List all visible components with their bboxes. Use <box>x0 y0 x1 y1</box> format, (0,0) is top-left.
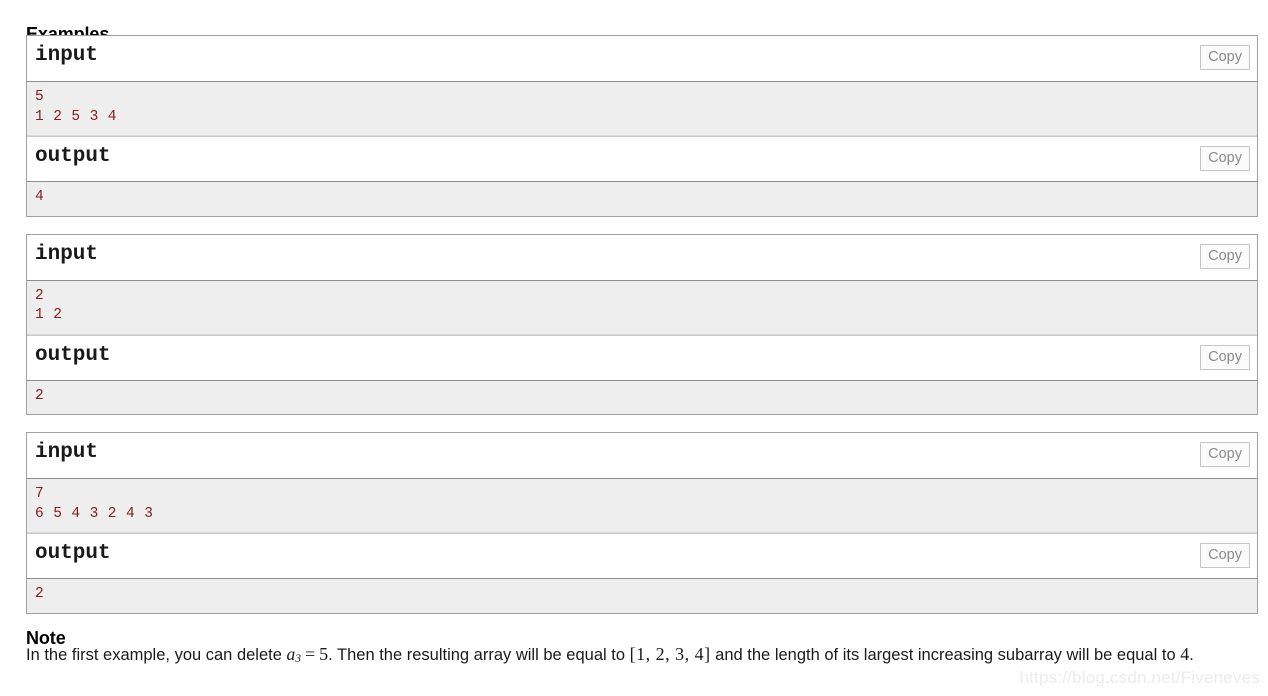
input-label-2: input <box>35 242 99 266</box>
math-variable-a: a3 <box>286 644 301 665</box>
output-data-2: 2 <box>27 379 1257 414</box>
output-line: 4 <box>35 189 45 205</box>
note-text-part1: In the first example, you can delete <box>26 646 287 664</box>
math-value-4: 4 <box>1180 644 1190 664</box>
copy-output-button-3[interactable]: Copy <box>1200 543 1250 568</box>
input-line: 1 2 <box>35 307 63 323</box>
input-label-3: input <box>35 441 99 464</box>
output-label-1: output <box>35 145 111 168</box>
math-variable-base: a <box>286 644 296 664</box>
sample-test-1: input Copy 5 1 2 5 3 4 output Copy 4 <box>26 35 1258 217</box>
note-text-part4: . <box>1189 646 1194 664</box>
copy-input-button-1[interactable]: Copy <box>1200 45 1250 70</box>
output-data-1: 4 <box>27 181 1257 216</box>
output-label-2: output <box>35 343 111 367</box>
note-text-part2: . Then the resulting array will be equal… <box>328 646 630 664</box>
input-data-3: 7 6 5 4 3 2 4 3 <box>27 478 1257 533</box>
copy-output-button-2[interactable]: Copy <box>1200 344 1250 370</box>
output-header-2: output Copy <box>27 334 1257 380</box>
input-header-3: input Copy <box>27 433 1257 478</box>
output-line: 2 <box>35 586 45 602</box>
input-line: 6 5 4 3 2 4 3 <box>35 505 154 522</box>
input-header-2: input Copy <box>27 234 1257 280</box>
input-data-1: 5 1 2 5 3 4 <box>27 81 1257 136</box>
copy-input-button-2[interactable]: Copy <box>1200 243 1250 269</box>
output-header-1: output Copy <box>27 136 1257 181</box>
input-line: 2 <box>35 287 45 304</box>
problem-statement-page: Examples input Copy 51 2 5 3 4 output Co… <box>0 0 1268 696</box>
copy-output-button-1[interactable]: Copy <box>1200 146 1250 171</box>
copy-input-button-3[interactable]: Copy <box>1200 442 1250 467</box>
input-data-2: 21 2 <box>27 279 1257 335</box>
math-value-5: 5 <box>319 644 329 664</box>
input-line: 1 2 5 3 4 <box>35 108 117 125</box>
sample-test-2: input Copy 21 2 output Copy 2 <box>26 233 1258 415</box>
watermark-url: https://blog.csdn.net/Fiveneves <box>1019 668 1260 687</box>
input-line: 7 <box>35 486 45 502</box>
input-label-1: input <box>35 44 99 67</box>
math-equals-sign: = <box>304 644 316 664</box>
output-label-3: output <box>35 542 111 565</box>
sample-tests-container: input Copy 5 1 2 5 3 4 output Copy 4 inpu… <box>26 35 1258 631</box>
output-line: 2 <box>35 387 45 404</box>
input-line: 5 <box>35 89 45 105</box>
output-data-3: 2 <box>27 578 1257 613</box>
note-text-part3: and the length of its largest increasing… <box>710 646 1181 664</box>
input-header-1: input Copy <box>27 36 1257 81</box>
output-header-3: output Copy <box>27 533 1257 578</box>
math-array-literal: [1, 2, 3, 4] <box>629 644 711 664</box>
sample-test-3: input Copy 7 6 5 4 3 2 4 3 output Copy 2 <box>26 432 1258 614</box>
